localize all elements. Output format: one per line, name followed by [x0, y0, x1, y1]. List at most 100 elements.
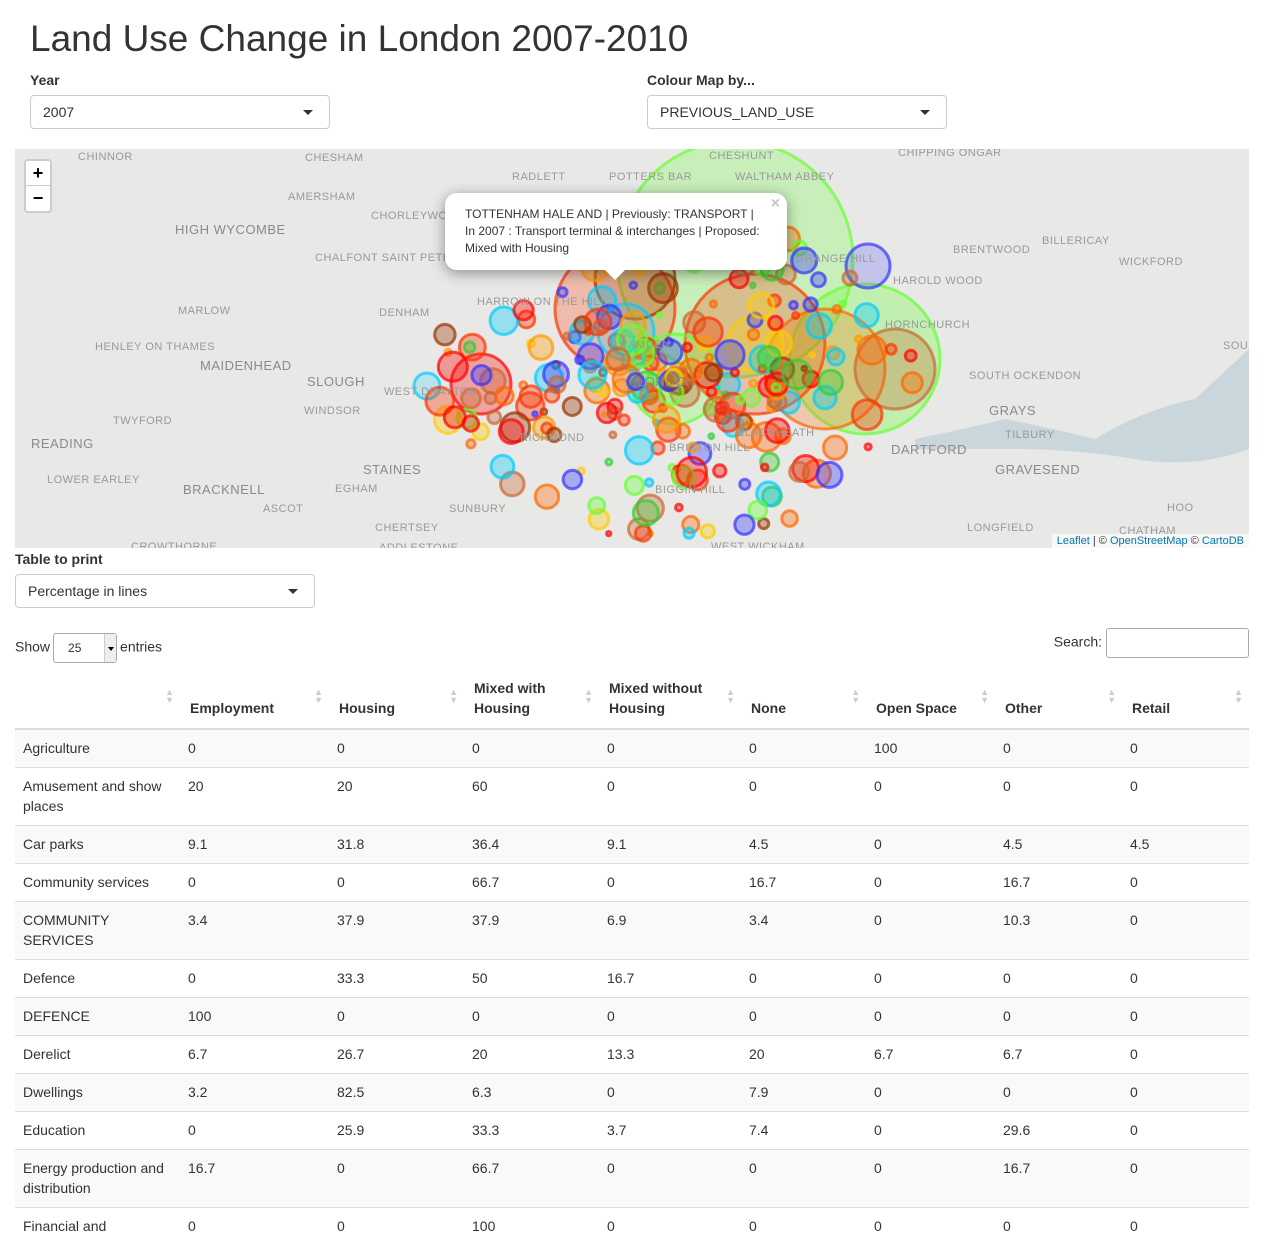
- search-input[interactable]: [1106, 628, 1249, 658]
- column-header[interactable]: ▲▼: [15, 670, 180, 729]
- map-marker[interactable]: [579, 361, 606, 388]
- map-marker[interactable]: [625, 437, 653, 465]
- map-marker[interactable]: [758, 347, 780, 369]
- map-marker[interactable]: [759, 519, 769, 529]
- map-marker[interactable]: [520, 386, 542, 408]
- map-marker[interactable]: [716, 341, 744, 369]
- map-marker[interactable]: [694, 318, 722, 346]
- year-select[interactable]: 2007: [30, 95, 330, 129]
- map-marker[interactable]: [772, 383, 780, 391]
- map-marker[interactable]: [564, 333, 570, 339]
- map-marker[interactable]: [705, 364, 722, 381]
- map-marker[interactable]: [782, 511, 798, 527]
- column-header[interactable]: Mixed with Housing▲▼: [464, 670, 599, 729]
- column-header[interactable]: Retail▲▼: [1122, 670, 1249, 729]
- column-header[interactable]: Housing▲▼: [329, 670, 464, 729]
- map-marker[interactable]: [563, 397, 581, 415]
- sort-icon[interactable]: ▲▼: [726, 688, 735, 704]
- map-marker[interactable]: [635, 526, 650, 541]
- map-marker[interactable]: [491, 455, 514, 478]
- table-select[interactable]: Percentage in lines: [15, 574, 315, 608]
- map-marker[interactable]: [807, 314, 832, 339]
- sort-icon[interactable]: ▲▼: [449, 688, 458, 704]
- column-header[interactable]: None▲▼: [741, 670, 866, 729]
- map-marker[interactable]: [438, 352, 467, 381]
- map-marker[interactable]: [649, 274, 678, 303]
- map-marker[interactable]: [496, 387, 513, 404]
- map-marker[interactable]: [790, 301, 798, 309]
- map-marker[interactable]: [684, 528, 694, 538]
- map-marker[interactable]: [852, 400, 882, 430]
- map-marker[interactable]: [607, 348, 629, 370]
- map-marker[interactable]: [735, 515, 754, 534]
- map-marker[interactable]: [783, 360, 812, 389]
- map-marker[interactable]: [749, 293, 774, 318]
- column-header[interactable]: Employment▲▼: [180, 670, 329, 729]
- sort-icon[interactable]: ▲▼: [165, 688, 174, 704]
- map-marker[interactable]: [828, 349, 844, 365]
- map-marker[interactable]: [630, 282, 637, 289]
- map-marker[interactable]: [606, 459, 612, 465]
- map-marker[interactable]: [444, 407, 465, 428]
- map-marker[interactable]: [750, 283, 755, 288]
- map-marker[interactable]: [740, 479, 750, 489]
- sort-icon[interactable]: ▲▼: [314, 688, 323, 704]
- map-marker[interactable]: [597, 403, 616, 422]
- map-marker[interactable]: [535, 485, 558, 508]
- map-marker[interactable]: [435, 324, 456, 345]
- map-marker[interactable]: [549, 377, 565, 393]
- map-marker[interactable]: [464, 342, 475, 353]
- map-marker[interactable]: [681, 368, 686, 373]
- map-marker[interactable]: [653, 407, 679, 433]
- map-marker[interactable]: [467, 440, 475, 448]
- map-marker[interactable]: [645, 479, 652, 486]
- map-marker[interactable]: [769, 316, 782, 329]
- map-marker[interactable]: [488, 411, 501, 424]
- zoom-out-button[interactable]: −: [26, 186, 50, 211]
- carto-link[interactable]: CartoDB: [1202, 535, 1244, 547]
- map-marker[interactable]: [701, 525, 714, 538]
- map-marker[interactable]: [865, 444, 871, 450]
- map-marker[interactable]: [905, 350, 916, 361]
- sort-icon[interactable]: ▲▼: [980, 688, 989, 704]
- map-marker[interactable]: [855, 336, 861, 342]
- map-marker[interactable]: [633, 500, 658, 525]
- map-marker[interactable]: [598, 387, 608, 397]
- map-marker[interactable]: [843, 271, 857, 285]
- map-marker[interactable]: [485, 393, 496, 404]
- map-marker[interactable]: [736, 396, 744, 404]
- map-marker[interactable]: [902, 373, 922, 393]
- map-marker[interactable]: [790, 462, 809, 481]
- map-marker[interactable]: [619, 415, 629, 425]
- map-marker[interactable]: [529, 336, 553, 360]
- sort-icon[interactable]: ▲▼: [851, 688, 860, 704]
- map-marker[interactable]: [840, 301, 846, 307]
- map-marker[interactable]: [676, 504, 683, 511]
- column-header[interactable]: Open Space▲▼: [866, 670, 995, 729]
- map-marker[interactable]: [823, 436, 846, 459]
- map-marker[interactable]: [707, 387, 716, 396]
- map-marker[interactable]: [710, 301, 716, 307]
- map-marker[interactable]: [563, 470, 582, 489]
- close-icon[interactable]: ×: [771, 195, 780, 212]
- map-marker[interactable]: [819, 370, 843, 394]
- map-marker[interactable]: [472, 366, 491, 385]
- zoom-in-button[interactable]: +: [26, 161, 50, 186]
- map-marker[interactable]: [589, 498, 605, 514]
- map-marker[interactable]: [683, 343, 691, 351]
- map-marker[interactable]: [677, 457, 707, 487]
- map-marker[interactable]: [802, 366, 807, 371]
- osm-link[interactable]: OpenStreetMap: [1110, 535, 1188, 547]
- map-marker[interactable]: [833, 306, 841, 314]
- map-marker[interactable]: [810, 352, 815, 357]
- sort-icon[interactable]: ▲▼: [1234, 688, 1243, 704]
- map[interactable]: CHINNORCHESHAMRADLETTPOTTERS BARCHESHUNT…: [15, 149, 1249, 548]
- colour-select[interactable]: PREVIOUS_LAND_USE: [647, 95, 947, 129]
- sort-icon[interactable]: ▲▼: [584, 688, 593, 704]
- map-marker[interactable]: [607, 531, 611, 535]
- sort-icon[interactable]: ▲▼: [1107, 688, 1116, 704]
- map-marker[interactable]: [886, 344, 896, 354]
- map-marker[interactable]: [855, 304, 878, 327]
- map-marker[interactable]: [793, 312, 799, 318]
- map-marker[interactable]: [706, 354, 713, 361]
